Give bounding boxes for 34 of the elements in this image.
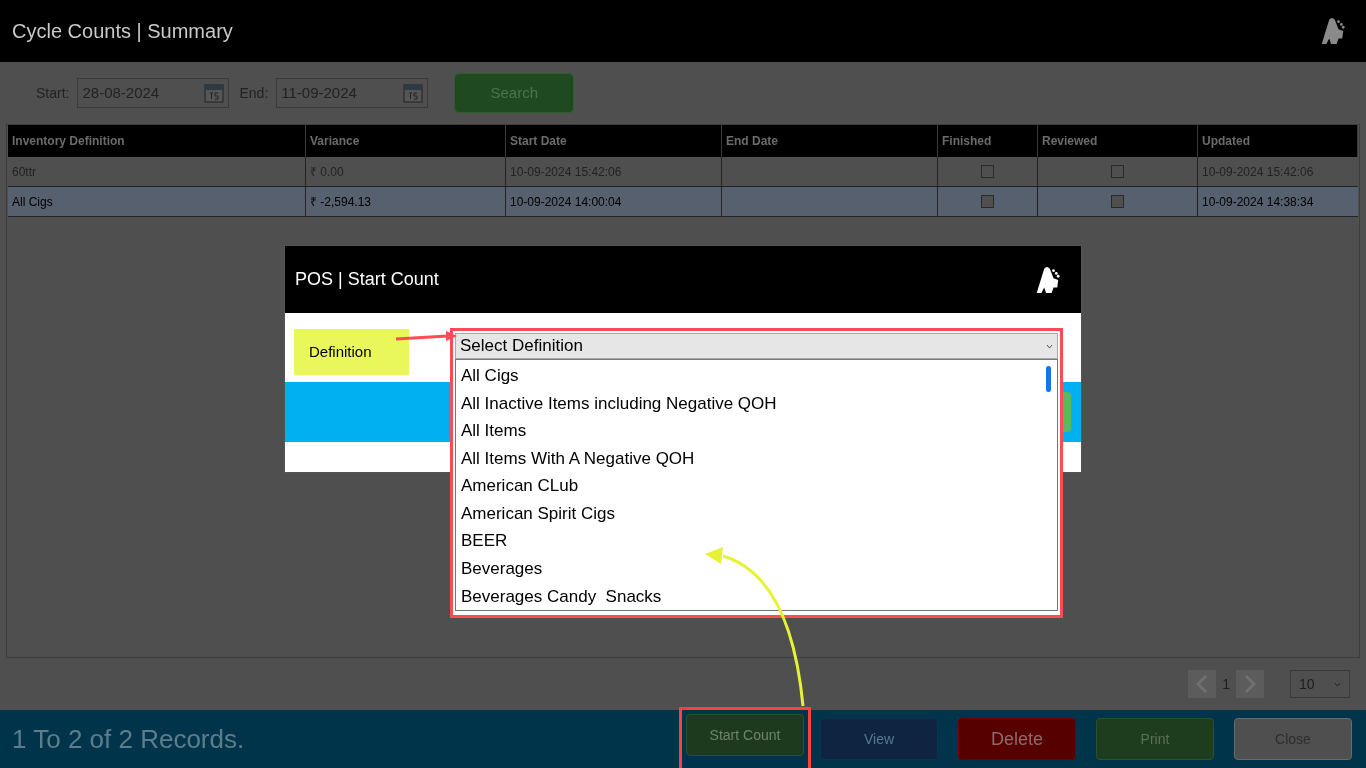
calendar-icon[interactable] [204, 83, 225, 103]
definition-select[interactable]: Select Definition [455, 333, 1058, 359]
next-page-button[interactable] [1236, 670, 1264, 698]
dropdown-option[interactable]: All Items [461, 417, 1057, 445]
dropdown-option[interactable]: All Items With A Negative QOH [461, 444, 1057, 473]
scrollbar-thumb[interactable] [1046, 366, 1051, 392]
view-button[interactable]: View [820, 718, 938, 760]
dropdown-option[interactable]: Beverages Candy Snacks [461, 582, 1057, 611]
start-button[interactable]: Start Count [686, 714, 804, 756]
finished-checkbox[interactable] [981, 165, 994, 178]
table-cell-text: 10-09-2024 14:38:34 [1201, 193, 1315, 211]
calendar-icon[interactable] [403, 83, 424, 103]
table-cell: 10-09-2024 14:00:04 [506, 187, 722, 216]
finished-checkbox[interactable] [981, 195, 994, 208]
print-button[interactable]: Print [1096, 718, 1214, 760]
table-cell: All Cigs [8, 187, 306, 216]
window-title: Cycle Counts | Summary [12, 19, 233, 44]
caret-icon [1046, 343, 1053, 349]
dropdown-option[interactable]: All Inactive Items including Negative QOH [461, 389, 1057, 418]
dropdown-option[interactable]: BEER [461, 527, 1057, 555]
delete-button[interactable]: Delete [958, 718, 1076, 760]
table-row[interactable]: All Cigs ₹ -2,594.13 10-09-2024 14:00:04 10-09-2024 14:38:34 [8, 187, 1358, 217]
reviewed-checkbox[interactable] [1111, 195, 1124, 208]
records-count: 1 To 2 of 2 Records. [12, 722, 245, 756]
table-cell: ₹ -2,594.13 [306, 187, 506, 216]
reviewed-checkbox[interactable] [1111, 165, 1124, 178]
dropdown-option[interactable]: American CLub [461, 472, 1057, 500]
dialog-title: POS | Start Count [295, 268, 439, 291]
previous-page-button[interactable] [1188, 670, 1217, 698]
dropdown-option[interactable]: American Spirit Cigs [461, 499, 1057, 528]
definition-label: Definition [294, 329, 409, 375]
dropdown-option[interactable]: All Cigs [461, 362, 1057, 390]
dropdown-option[interactable]: Beverages [461, 554, 1057, 583]
caret-icon [1334, 681, 1341, 687]
